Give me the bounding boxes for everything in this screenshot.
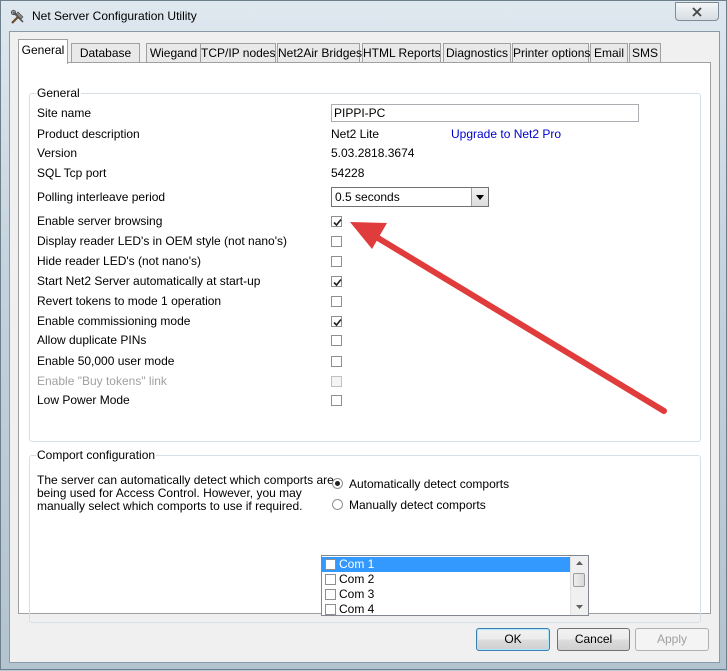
close-button[interactable] [675,2,719,21]
general-tab-panel: General Site name PIPPI-PC Product descr… [18,62,711,623]
chevron-down-icon [576,605,583,609]
comport-label: Com 2 [339,572,375,586]
version-value: 5.03.2818.3674 [331,146,415,160]
tab-diagnostics[interactable]: Diagnostics [443,43,511,63]
option-label-revert-tokens-to-mode-1-operation: Revert tokens to mode 1 operation [37,294,222,308]
option-label-enable-server-browsing: Enable server browsing [37,214,163,228]
tab-wiegand[interactable]: Wiegand [146,43,201,63]
product-description-value: Net2 Lite [331,127,380,141]
option-checkbox-enable-buy-tokens-link[interactable] [331,376,342,387]
polling-select[interactable]: 0.5 seconds [331,187,489,207]
comport-checkbox[interactable] [325,604,336,615]
comport-item[interactable]: Com 2 [322,572,570,587]
comport-description-line-2: being used for Access Control. However, … [37,486,302,500]
comport-checkbox[interactable] [325,574,336,585]
chevron-up-icon [576,561,583,565]
tab-general[interactable]: General [18,39,68,64]
comport-label: Com 4 [339,602,375,616]
option-label-start-net2-server-automatically-at-start-up: Start Net2 Server automatically at start… [37,274,261,288]
tab-email[interactable]: Email [590,43,628,63]
option-label-hide-reader-led-s-not-nano-s: Hide reader LED's (not nano's) [37,254,201,268]
option-checkbox-start-net2-server-automatically-at-start-up[interactable] [331,276,342,287]
cancel-button[interactable]: Cancel [557,628,630,651]
site-name-label: Site name [37,106,92,120]
option-checkbox-hide-reader-led-s-not-nano-s[interactable] [331,256,342,267]
upgrade-link[interactable]: Upgrade to Net2 Pro [451,127,561,141]
option-label-enable-commissioning-mode: Enable commissioning mode [37,314,191,328]
manual-detect-radio[interactable] [332,499,343,510]
manual-detect-label[interactable]: Manually detect comports [349,498,486,512]
option-checkbox-enable-server-browsing[interactable] [331,216,342,227]
option-label-allow-duplicate-pins: Allow duplicate PINs [37,333,147,347]
comport-description-line-1: The server can automatically detect whic… [37,473,334,487]
option-label-enable-50-000-user-mode: Enable 50,000 user mode [37,354,175,368]
general-group-title: General [36,86,81,100]
checkmark-icon [333,218,342,227]
tab-html-reports[interactable]: HTML Reports [362,43,441,63]
comport-label: Com 1 [339,557,375,571]
window-title: Net Server Configuration Utility [32,9,197,23]
option-checkbox-allow-duplicate-pins[interactable] [331,335,342,346]
tab-net2air-bridges[interactable]: Net2Air Bridges [277,43,362,63]
chevron-down-icon [476,195,484,200]
scroll-up-button[interactable] [571,556,588,571]
option-label-display-reader-led-s-in-oem-style-not-nano-s: Display reader LED's in OEM style (not n… [37,234,288,248]
dropdown-button[interactable] [471,188,488,206]
auto-detect-label[interactable]: Automatically detect comports [349,477,509,491]
polling-value: 0.5 seconds [335,190,400,204]
comport-item[interactable]: Com 4 [322,602,570,616]
app-window: Net Server Configuration Utility General… [0,0,727,670]
option-checkbox-low-power-mode[interactable] [331,395,342,406]
checkmark-icon [333,318,342,327]
comport-label: Com 3 [339,587,375,601]
option-label-low-power-mode: Low Power Mode [37,393,130,407]
sql-port-label: SQL Tcp port [37,166,107,180]
scroll-thumb[interactable] [573,573,585,587]
apply-button[interactable]: Apply [635,628,709,651]
tab-sms[interactable]: SMS [629,43,661,63]
listbox-scrollbar[interactable] [570,556,588,615]
product-description-label: Product description [37,127,140,141]
comport-item[interactable]: Com 1 [322,557,570,572]
comport-item[interactable]: Com 3 [322,587,570,602]
comport-listbox[interactable]: Com 4 Com 3 Com 2 Com 1 [321,555,589,616]
polling-label: Polling interleave period [37,190,166,204]
tab-database[interactable]: Database [71,43,140,63]
comport-checkbox[interactable] [325,589,336,600]
version-label: Version [37,146,78,160]
site-name-input[interactable]: PIPPI-PC [331,104,639,122]
sql-port-value: 54228 [331,166,365,180]
dialog-client: General Database Wiegand TCP/IP nodes Net2Ai… [9,31,720,663]
option-checkbox-enable-50-000-user-mode[interactable] [331,356,342,367]
checkmark-icon [333,278,342,287]
comport-description-line-3: manually select which comports to use if… [37,499,303,513]
option-label-enable-buy-tokens-link: Enable "Buy tokens" link [37,374,167,388]
tab-tcp-ip-nodes[interactable]: TCP/IP nodes [200,43,276,63]
auto-detect-radio[interactable] [332,478,343,489]
scroll-down-button[interactable] [571,600,588,615]
option-checkbox-display-reader-led-s-in-oem-style-not-nano-s[interactable] [331,236,342,247]
comport-checkbox[interactable] [325,559,336,570]
title-bar[interactable]: Net Server Configuration Utility [1,1,727,31]
tab-printer-options[interactable]: Printer options [512,43,590,63]
tools-icon [10,9,26,25]
close-icon [692,7,702,17]
ok-button[interactable]: OK [476,628,550,651]
option-checkbox-enable-commissioning-mode[interactable] [331,316,342,327]
option-checkbox-revert-tokens-to-mode-1-operation[interactable] [331,296,342,307]
comport-group-title: Comport configuration [36,448,157,462]
